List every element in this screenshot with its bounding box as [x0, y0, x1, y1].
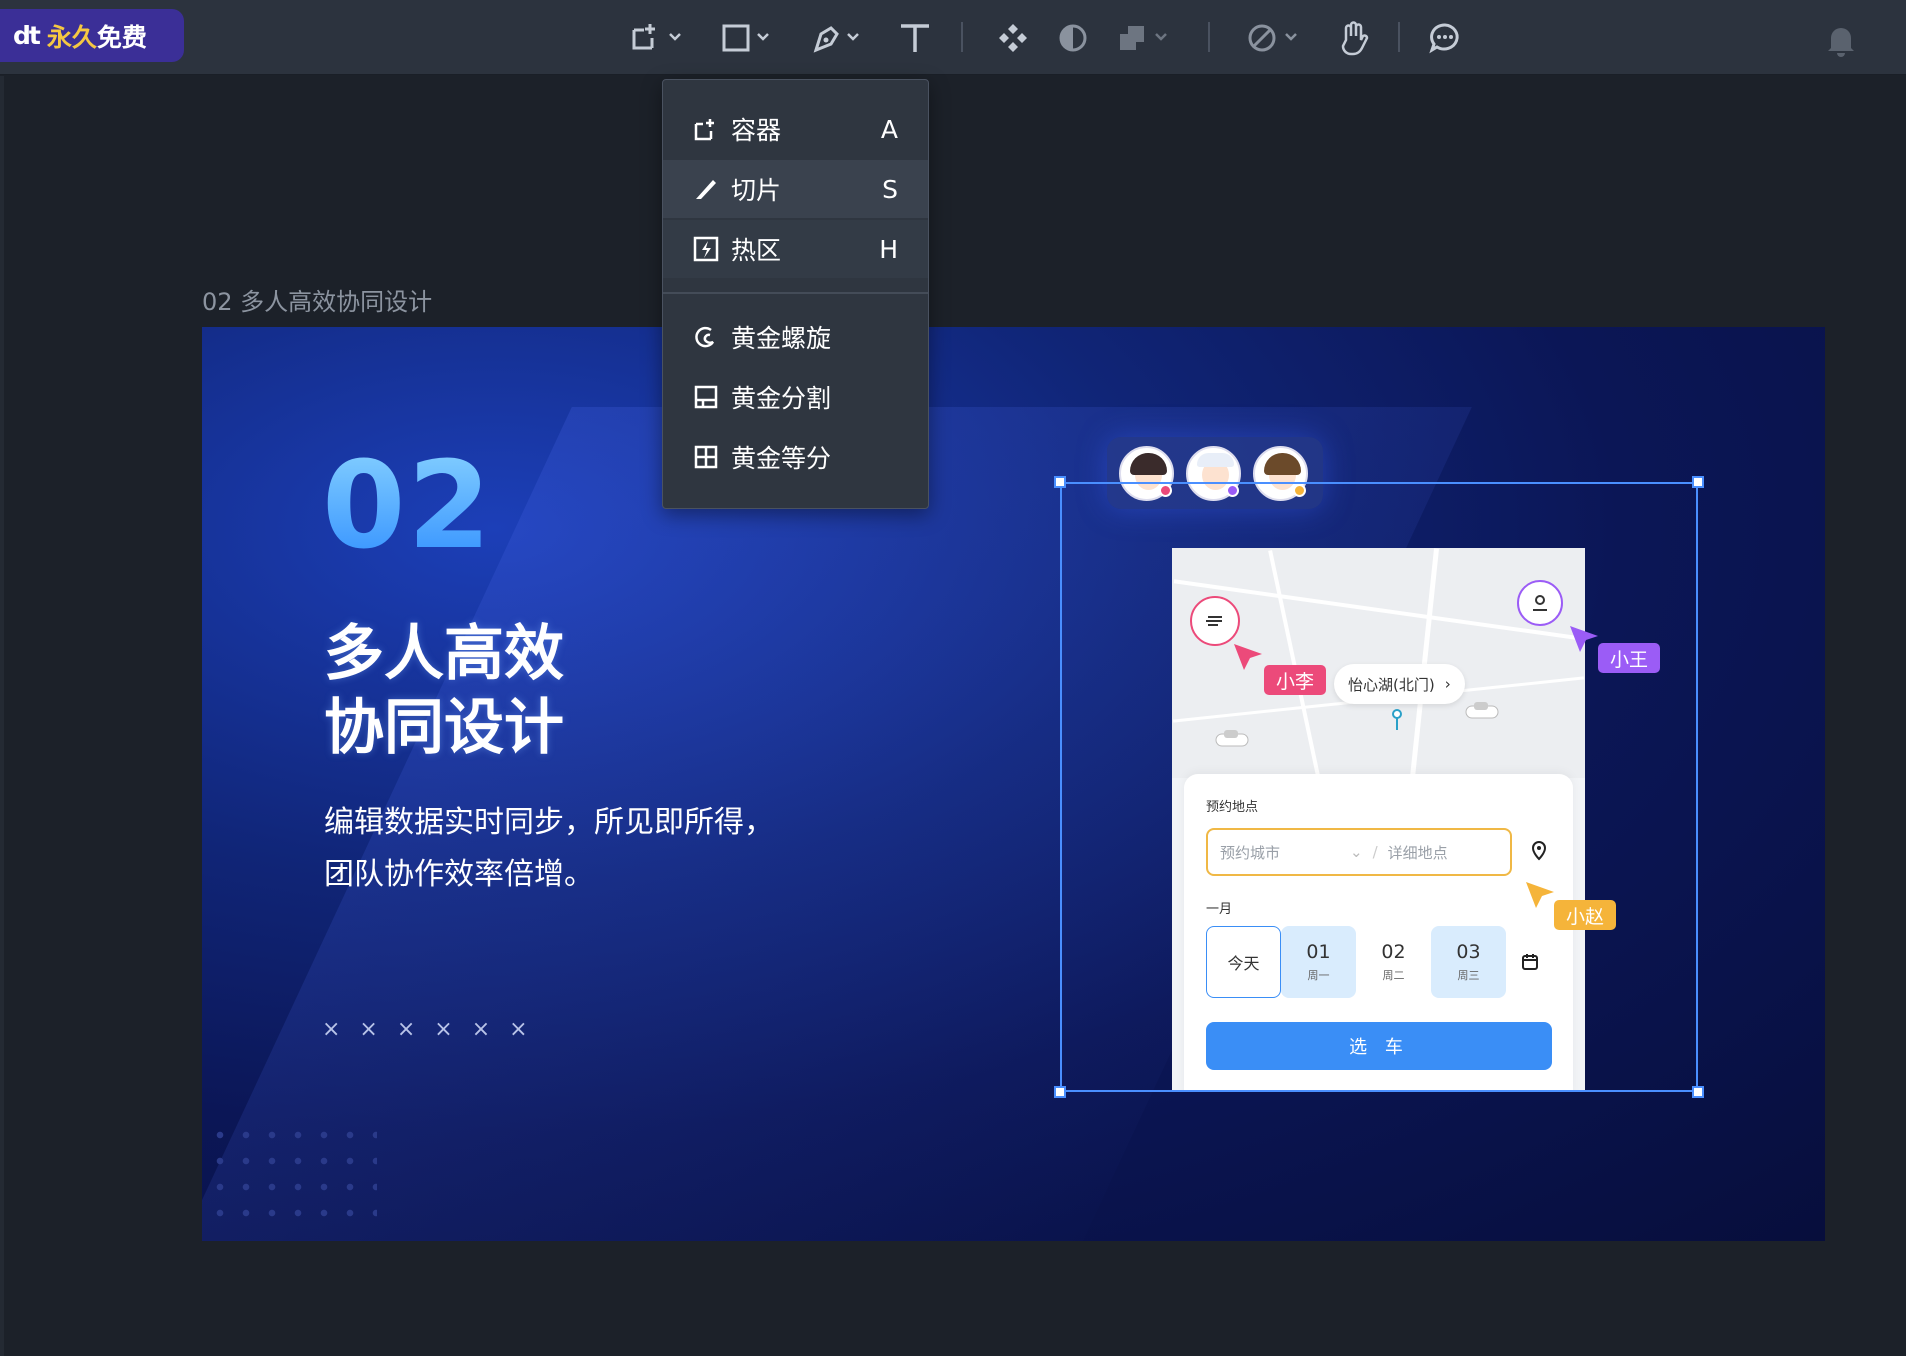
shortcut-key: S [882, 174, 898, 204]
dot-grid-decoration [207, 1122, 377, 1232]
comment-tool-button[interactable] [1428, 18, 1462, 58]
toolbar-divider [961, 22, 963, 52]
description-line-1: 编辑数据实时同步，所见即所得， [324, 805, 774, 840]
menu-item-golden-grid[interactable]: 黄金等分 [663, 428, 928, 486]
shortcut-key: A [880, 114, 898, 144]
headline-line-1: 多人高效 [324, 619, 564, 689]
boolean-icon [1120, 26, 1167, 50]
text-tool-button[interactable] [898, 18, 932, 58]
text-icon [901, 24, 929, 52]
resize-handle-top-left[interactable] [1054, 476, 1066, 488]
tool-group [0, 0, 1906, 75]
shortcut-key: H [879, 234, 898, 264]
component-icon [999, 24, 1027, 52]
cursor-label-xiaoli: 小李 [1264, 665, 1327, 695]
toolbar-divider [1398, 22, 1400, 52]
cursor-label-xiaozhao: 小赵 [1554, 900, 1617, 930]
description: 编辑数据实时同步，所见即所得， 团队协作效率倍增。 [324, 797, 774, 901]
pen-tool-button[interactable] [808, 18, 864, 58]
prototype-tool-button[interactable] [1244, 18, 1304, 58]
cursor-xiaozhao-icon [1526, 882, 1554, 908]
menu-item-hotspot[interactable]: 热区 H [663, 220, 928, 278]
resize-handle-top-right[interactable] [1692, 476, 1704, 488]
resize-handle-bottom-right[interactable] [1692, 1086, 1704, 1098]
resize-handle-bottom-left[interactable] [1054, 1086, 1066, 1098]
pen-icon [813, 26, 859, 53]
golden-grid-icon [693, 444, 719, 470]
menu-item-slice[interactable]: 切片 S [663, 160, 928, 218]
top-toolbar: dt 永久 免费 [0, 0, 1906, 75]
cursor-xiaowang-icon [1570, 626, 1598, 652]
section-number: 02 [322, 437, 493, 576]
prototype-icon [1248, 24, 1297, 52]
menu-item-label: 容器 [731, 116, 782, 145]
component-tool-button[interactable] [996, 18, 1030, 58]
design-app: dt 永久 免费 02 多人高效协同设计 02 多人高效 协同设计 编辑数据实时… [0, 0, 1906, 1356]
headline-line-2: 协同设计 [324, 693, 564, 763]
mask-tool-button[interactable] [1056, 18, 1090, 58]
x-marks-decoration: × × × × × × [322, 1017, 534, 1042]
comment-icon [1429, 23, 1459, 54]
container-icon [632, 24, 681, 50]
menu-divider [663, 292, 928, 294]
notification-button[interactable] [1824, 20, 1858, 64]
mask-icon [1059, 24, 1087, 52]
menu-item-label: 黄金分割 [731, 384, 832, 413]
hotspot-icon [693, 236, 719, 262]
frame-title[interactable]: 02 多人高效协同设计 [202, 282, 432, 317]
container-icon [693, 116, 719, 142]
golden-ratio-icon [693, 384, 719, 410]
hand-tool-button[interactable] [1336, 18, 1372, 58]
menu-item-golden-spiral[interactable]: 黄金螺旋 [663, 308, 928, 366]
cursor-xiaoli-icon [1234, 644, 1262, 670]
menu-item-golden-ratio[interactable]: 黄金分割 [663, 368, 928, 426]
slice-icon [693, 176, 719, 202]
container-tool-button[interactable] [628, 18, 684, 58]
menu-item-label: 黄金螺旋 [731, 324, 832, 353]
golden-spiral-icon [693, 324, 719, 350]
rectangle-tool-button[interactable] [718, 18, 774, 58]
menu-item-container[interactable]: 容器 A [663, 100, 928, 158]
boolean-tool-button[interactable] [1114, 18, 1174, 58]
menu-item-label: 热区 [731, 236, 782, 265]
bell-icon [1828, 28, 1854, 57]
hand-icon [1341, 21, 1369, 56]
selection-box[interactable] [1060, 482, 1698, 1092]
headline: 多人高效 协同设计 [324, 617, 564, 765]
description-line-2: 团队协作效率倍增。 [324, 857, 594, 892]
cursor-label-xiaowang: 小王 [1598, 643, 1661, 673]
toolbar-divider [1208, 22, 1210, 52]
container-dropdown-menu: 容器 A 切片 S 热区 H 黄金螺旋 黄金分割 黄金等分 [662, 79, 929, 509]
left-panel-edge [0, 76, 4, 1356]
menu-item-label: 黄金等分 [731, 444, 832, 473]
rectangle-icon [722, 24, 769, 52]
menu-item-label: 切片 [731, 176, 782, 205]
